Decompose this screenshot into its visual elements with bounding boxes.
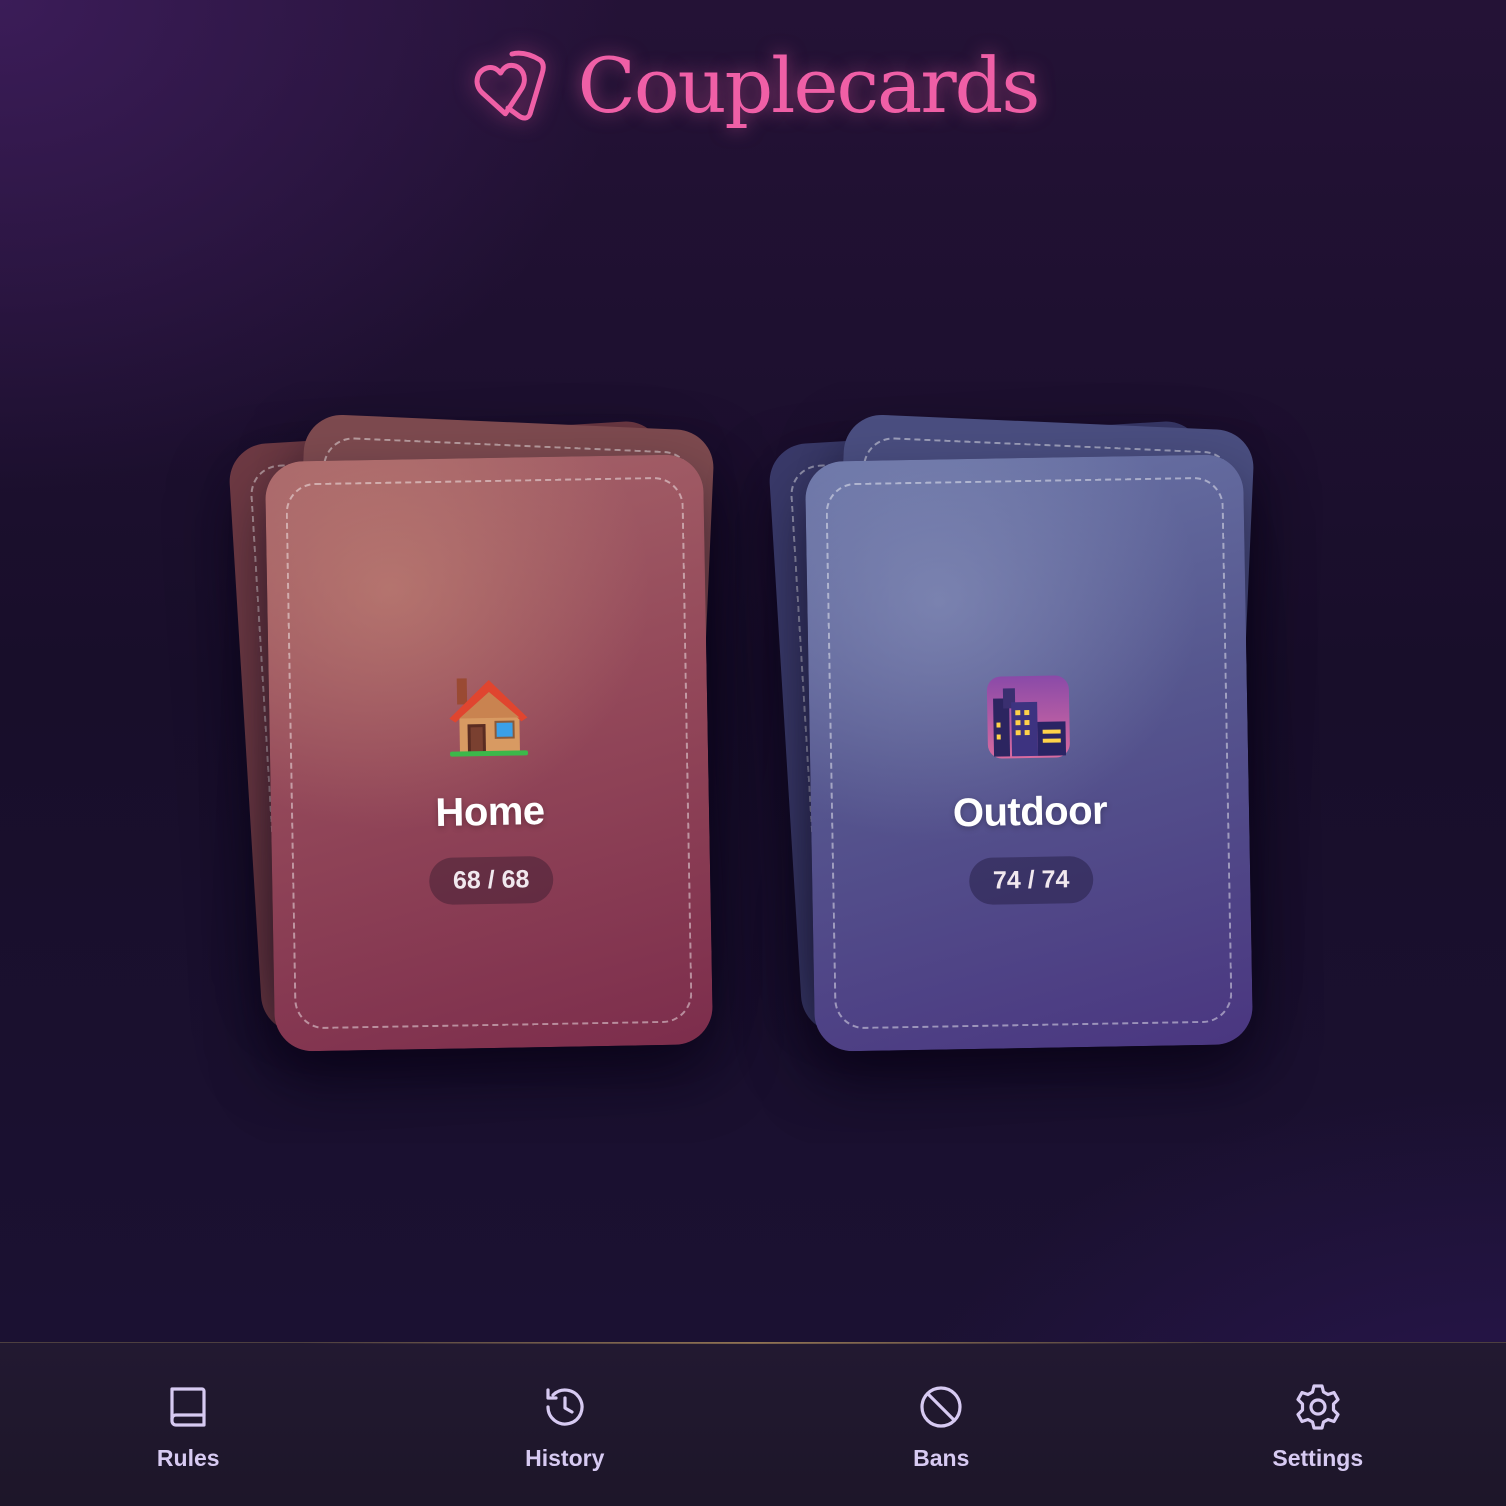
house-emoji: [449, 678, 529, 757]
book-icon: [170, 1387, 206, 1427]
bottom-nav: Rules History Bans Settings: [0, 1342, 1506, 1506]
app-title: Couplecards: [577, 41, 1041, 130]
nav-rules-button[interactable]: Rules: [0, 1343, 377, 1506]
deck-home[interactable]: Home 68 / 68: [227, 410, 716, 1090]
deck-card-outdoor[interactable]: Outdoor 74 / 74: [804, 454, 1254, 1052]
deck-card-home[interactable]: Home 68 / 68: [264, 454, 714, 1052]
nav-label: Bans: [913, 1445, 970, 1471]
nav-history-button[interactable]: History: [377, 1343, 754, 1506]
nav-label: Rules: [156, 1445, 220, 1471]
ban-icon: [920, 1386, 962, 1428]
history-icon: [546, 1388, 584, 1426]
deck-count-badge: 68 / 68: [428, 855, 554, 906]
deck-count-badge: 74 / 74: [968, 855, 1094, 906]
overlapping-hearts-icon: [474, 50, 546, 121]
app-logo: Couplecards: [0, 44, 1506, 128]
deck-title: Home: [435, 789, 545, 835]
nav-bans-button[interactable]: Bans: [753, 1343, 1130, 1506]
nav-label: Settings: [1272, 1445, 1364, 1471]
deck-title: Outdoor: [952, 788, 1108, 836]
night-city-emoji: [986, 675, 1070, 759]
nav-label: History: [525, 1445, 605, 1471]
deck-outdoor[interactable]: Outdoor 74 / 74: [767, 410, 1256, 1090]
nav-settings-button[interactable]: Settings: [1130, 1343, 1506, 1506]
gear-icon: [1296, 1384, 1340, 1430]
